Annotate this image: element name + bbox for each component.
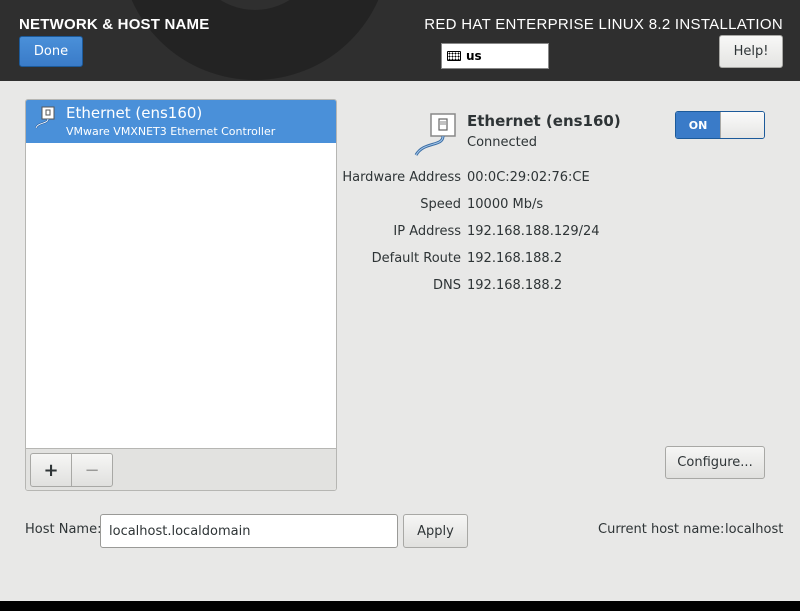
info-row-hardware-address: Hardware Address 00:0C:29:02:76:CE xyxy=(300,170,780,188)
info-row-dns: DNS 192.168.188.2 xyxy=(300,278,780,296)
help-button[interactable]: Help! xyxy=(719,35,783,68)
ethernet-icon xyxy=(35,106,55,129)
info-label: Speed xyxy=(420,197,461,212)
device-status: Connected xyxy=(467,135,538,150)
header-decoration xyxy=(120,0,390,80)
apply-button[interactable]: Apply xyxy=(403,514,468,548)
device-list-item-title: Ethernet (ens160) xyxy=(66,104,203,122)
current-host-name-label: Current host name: xyxy=(598,522,725,537)
ethernet-icon xyxy=(414,113,456,156)
info-value: 192.168.188.2 xyxy=(467,251,563,266)
keyboard-layout-label: us xyxy=(466,49,482,63)
host-name-input[interactable] xyxy=(100,514,398,548)
info-value: 192.168.188.129/24 xyxy=(467,224,600,239)
configure-button[interactable]: Configure... xyxy=(665,446,765,479)
info-row-ip-address: IP Address 192.168.188.129/24 xyxy=(300,224,780,242)
remove-device-button[interactable]: − xyxy=(71,453,113,487)
info-value: 192.168.188.2 xyxy=(467,278,563,293)
toggle-knob xyxy=(720,112,764,138)
device-list-item-ens160[interactable]: Ethernet (ens160) VMware VMXNET3 Etherne… xyxy=(26,100,336,143)
device-list: Ethernet (ens160) VMware VMXNET3 Etherne… xyxy=(25,99,337,491)
device-title: Ethernet (ens160) xyxy=(467,112,621,130)
product-title: RED HAT ENTERPRISE LINUX 8.2 INSTALLATIO… xyxy=(424,16,783,33)
keyboard-icon xyxy=(447,51,461,61)
add-device-button[interactable]: + xyxy=(30,453,72,487)
info-label: DNS xyxy=(433,278,461,293)
current-host-name-value: localhost xyxy=(725,522,784,537)
host-name-label: Host Name: xyxy=(25,522,102,537)
info-value: 00:0C:29:02:76:CE xyxy=(467,170,590,185)
info-label: IP Address xyxy=(393,224,461,239)
info-label: Default Route xyxy=(371,251,461,266)
device-list-toolbar: + − xyxy=(26,448,336,490)
info-row-speed: Speed 10000 Mb/s xyxy=(300,197,780,215)
page-title: NETWORK & HOST NAME xyxy=(19,16,210,33)
info-label: Hardware Address xyxy=(342,170,461,185)
toggle-on-label: ON xyxy=(676,112,720,138)
info-row-default-route: Default Route 192.168.188.2 xyxy=(300,251,780,269)
keyboard-layout-indicator[interactable]: us xyxy=(441,43,549,69)
header-bar: NETWORK & HOST NAME Done RED HAT ENTERPR… xyxy=(0,0,800,81)
device-list-item-subtitle: VMware VMXNET3 Ethernet Controller xyxy=(66,125,276,138)
main-content: Ethernet (ens160) VMware VMXNET3 Etherne… xyxy=(0,81,800,601)
info-value: 10000 Mb/s xyxy=(467,197,544,212)
device-power-toggle[interactable]: ON xyxy=(675,111,765,139)
done-button[interactable]: Done xyxy=(19,36,83,67)
